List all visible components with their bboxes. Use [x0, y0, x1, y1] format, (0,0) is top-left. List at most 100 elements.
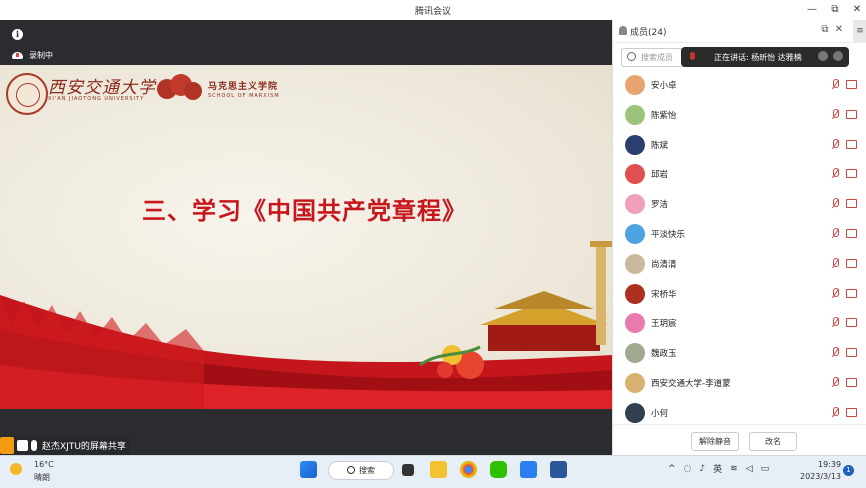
info-icon[interactable]: i	[12, 29, 23, 40]
mic-muted-icon[interactable]	[831, 287, 839, 299]
camera-off-icon[interactable]	[846, 288, 857, 298]
speaking-controls[interactable]	[818, 51, 843, 61]
camera-off-icon[interactable]	[846, 80, 857, 89]
avatar	[625, 402, 645, 423]
member-name: 邱岩	[651, 170, 669, 181]
chevron-up-icon[interactable]: ^	[668, 464, 676, 474]
camera-off-icon[interactable]	[846, 407, 857, 417]
search-icon	[627, 52, 636, 61]
member-list: 安小卓 陈紫怡 陈斌 邱岩 罗洁 平淡快乐 尚清清 宋桥华 王玥宸 魏政玉 西安交通大学-李道蒙 小何	[613, 70, 866, 428]
screen-share-bar[interactable]: 赵杰XJTU的屏幕共享	[0, 437, 130, 454]
wechat-icon[interactable]	[490, 461, 507, 478]
member-name: 陈斌	[651, 140, 669, 151]
speaker-mic-icon	[690, 52, 695, 60]
unmute-all-button[interactable]: 解除静音	[691, 432, 739, 451]
clock-time[interactable]: 19:39	[818, 460, 841, 469]
taskbar-search[interactable]: 搜索	[328, 461, 394, 480]
camera-off-icon[interactable]	[846, 139, 857, 149]
mic-muted-icon[interactable]	[831, 138, 839, 150]
mic-muted-icon[interactable]	[831, 108, 839, 120]
close-button[interactable]: ✕	[850, 3, 864, 17]
camera-off-icon[interactable]	[846, 169, 857, 179]
volume-icon[interactable]: ◁	[746, 464, 753, 474]
member-row[interactable]: 平淡快乐	[613, 219, 866, 249]
avatar	[625, 253, 645, 274]
tencent-meeting-icon[interactable]	[520, 461, 537, 478]
camera-off-icon[interactable]	[846, 348, 857, 358]
weather-temp[interactable]: 16°C	[34, 460, 54, 469]
mic-muted-icon[interactable]	[831, 257, 839, 269]
tray-app-icon[interactable]: ◌	[684, 464, 692, 474]
camera-off-icon[interactable]	[846, 377, 857, 387]
share-label: 赵杰XJTU的屏幕共享	[42, 442, 126, 452]
mic-muted-icon[interactable]	[831, 317, 839, 328]
member-name: 魏政玉	[651, 349, 677, 360]
member-row[interactable]: 魏政玉	[613, 338, 866, 368]
recording-status[interactable]: 录制中	[12, 50, 53, 61]
member-name: 王玥宸	[651, 319, 677, 330]
restore-button[interactable]: ⧉	[828, 3, 842, 17]
minimize-button[interactable]: —	[805, 3, 819, 17]
window-titlebar: 腾讯会议 — ⧉ ✕	[0, 0, 866, 21]
member-row[interactable]: 西安交通大学-李道蒙	[613, 368, 866, 398]
chrome-icon[interactable]	[460, 461, 477, 478]
avatar	[625, 343, 645, 364]
window-title: 腾讯会议	[414, 7, 451, 17]
word-icon[interactable]	[550, 461, 567, 478]
member-row[interactable]: 邱岩	[613, 159, 866, 189]
avatar	[625, 313, 645, 334]
camera-off-icon[interactable]	[846, 109, 857, 119]
clock-date[interactable]: 2023/3/13	[800, 472, 841, 481]
members-title: 成员(24)	[630, 28, 667, 38]
person-icon	[619, 26, 627, 35]
mic-muted-icon[interactable]	[831, 406, 839, 418]
avatar	[625, 75, 645, 95]
ime-label[interactable]: 英	[713, 462, 722, 475]
camera-off-icon[interactable]	[846, 258, 857, 268]
avatar	[625, 104, 645, 125]
member-row[interactable]: 陈斌	[613, 130, 866, 160]
mic-muted-icon[interactable]	[831, 79, 839, 90]
mic-muted-icon[interactable]	[831, 198, 839, 209]
member-row[interactable]: 安小卓	[613, 70, 866, 100]
member-row[interactable]: 尚清清	[613, 249, 866, 279]
battery-icon[interactable]: ▭	[761, 464, 770, 474]
mic-muted-icon[interactable]	[831, 168, 839, 179]
members-panel: 成员(24) ⧉ ✕ ≡ 搜索成员 正在讲话: 杨昕怡 达雅楠 安小卓 陈紫怡陈斌…	[612, 20, 866, 455]
cloud-record-icon	[12, 52, 23, 59]
wifi-icon[interactable]: ≋	[730, 464, 738, 474]
rename-button[interactable]: 改名	[749, 432, 797, 451]
task-view-icon[interactable]	[402, 464, 414, 476]
search-placeholder: 搜索成员	[641, 53, 673, 62]
reply-icon[interactable]	[833, 51, 843, 61]
close-panel-icon[interactable]: ✕	[833, 24, 845, 36]
start-icon[interactable]	[300, 461, 317, 478]
avatar	[625, 283, 645, 304]
taskbar-search-label: 搜索	[359, 466, 375, 475]
user-icon	[0, 437, 14, 454]
avatar	[625, 372, 645, 393]
avatar	[625, 194, 645, 215]
member-row[interactable]: 罗洁	[613, 189, 866, 219]
speaking-text: 正在讲话: 杨昕怡 达雅楠	[714, 53, 802, 62]
mic-muted-icon[interactable]	[831, 376, 839, 388]
panel-menu-button[interactable]: ≡	[853, 20, 866, 42]
popout-icon[interactable]: ⧉	[819, 24, 831, 36]
member-name: 罗洁	[651, 200, 669, 211]
mic-muted-icon[interactable]	[831, 347, 839, 358]
member-row[interactable]: 陈紫怡	[613, 100, 866, 130]
avatar	[625, 223, 645, 244]
member-row[interactable]: 宋桥华	[613, 279, 866, 309]
notification-badge[interactable]: 1	[843, 465, 854, 476]
file-explorer-icon[interactable]	[430, 461, 447, 478]
weather-desc[interactable]: 晴朗	[34, 472, 50, 483]
weather-moon-icon[interactable]	[10, 463, 22, 475]
member-row[interactable]: 王玥宸	[613, 308, 866, 338]
camera-off-icon[interactable]	[846, 228, 857, 238]
expand-icon[interactable]	[818, 51, 828, 61]
mic-muted-icon[interactable]	[831, 227, 839, 239]
microphone-icon	[31, 440, 37, 451]
camera-off-icon[interactable]	[846, 318, 857, 328]
camera-off-icon[interactable]	[846, 199, 857, 209]
mic-icon[interactable]: ♪	[699, 464, 705, 474]
